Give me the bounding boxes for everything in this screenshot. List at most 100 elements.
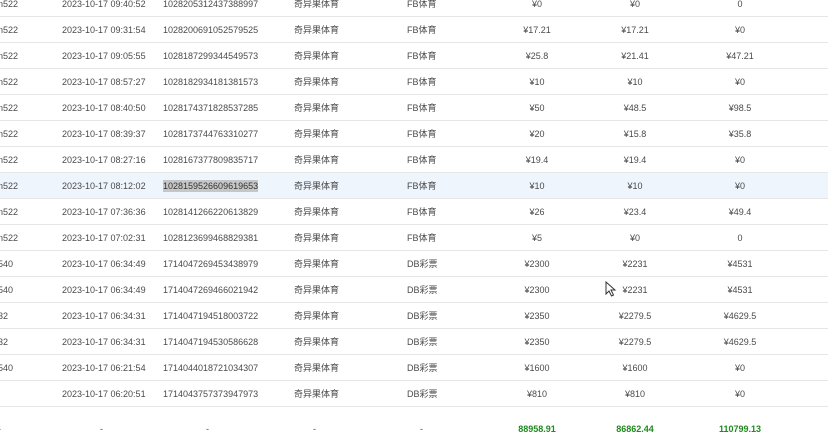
account-cell: 32: [0, 311, 9, 321]
platform-cell: DB彩票: [407, 389, 438, 399]
bet-amount-cell: ¥2350: [524, 337, 550, 347]
bet-records-table: n522 2023-10-17 09:40:52 10282053124373889…: [0, 0, 828, 447]
category-cell: 奇异果体育: [294, 311, 340, 321]
platform-cell: FB体育: [407, 77, 437, 87]
table-row[interactable]: n522 2023-10-17 08:39:37 10281737447633102…: [0, 121, 828, 147]
table-row[interactable]: n522 2023-10-17 09:31:54 10282006910525795…: [0, 17, 828, 43]
order-id-cell: 1714043757373947973: [163, 389, 259, 399]
table-row[interactable]: n522 2023-10-17 08:27:16 10281673778098357…: [0, 147, 828, 173]
time-cell: 2023-10-17 09:31:54: [62, 25, 146, 35]
win-amount-cell: 0: [737, 233, 743, 243]
order-id-cell: 1714047194518003722: [163, 311, 259, 321]
platform-cell: DB彩票: [407, 259, 438, 269]
order-id-cell: 1714047269466021942: [163, 285, 259, 295]
valid-amount-cell: ¥2231: [622, 259, 648, 269]
category-cell: 奇异果体育: [294, 129, 340, 139]
win-amount-cell: ¥4629.5: [723, 337, 757, 347]
win-amount-cell: ¥0: [734, 389, 745, 399]
account-cell: 540: [0, 259, 14, 269]
order-id-cell: 1028141266220613829: [163, 207, 259, 217]
total-account: -: [0, 416, 1, 442]
account-cell: n522: [0, 51, 19, 61]
time-cell: 2023-10-17 08:57:27: [62, 77, 146, 87]
time-cell: 2023-10-17 09:05:55: [62, 51, 146, 61]
text-selection: 1028159526609619653: [163, 180, 259, 192]
platform-cell: DB彩票: [407, 337, 438, 347]
table-row[interactable]: 32 2023-10-17 06:34:31 1714047194530586628…: [0, 329, 828, 355]
table-row[interactable]: n522 2023-10-17 08:12:02 10281595266096196…: [0, 173, 828, 199]
win-amount-cell: ¥98.5: [728, 103, 752, 113]
win-amount-cell: ¥0: [734, 181, 745, 191]
platform-cell: DB彩票: [407, 311, 438, 321]
category-cell: 奇异果体育: [294, 207, 340, 217]
table-row[interactable]: n522 2023-10-17 07:36:36 10281412662206138…: [0, 199, 828, 225]
bet-amount-cell: ¥2350: [524, 311, 550, 321]
category-cell: 奇异果体育: [294, 0, 340, 9]
valid-amount-cell: ¥21.41: [621, 51, 649, 61]
bet-amount-cell: ¥25.8: [525, 51, 549, 61]
win-amount-cell: ¥0: [734, 363, 745, 373]
table-row[interactable]: 540 2023-10-17 06:21:54 171404401872103430…: [0, 355, 828, 381]
bet-amount-cell: ¥17.21: [523, 25, 551, 35]
platform-cell: DB彩票: [407, 285, 438, 295]
table-row[interactable]: n522 2023-10-17 09:40:52 10282053124373889…: [0, 0, 828, 17]
order-id-cell: 1028173744763310277: [163, 129, 259, 139]
time-cell: 2023-10-17 06:34:31: [62, 337, 146, 347]
order-id-cell: 1028187299344549573: [163, 51, 259, 61]
table-row[interactable]: n522 2023-10-17 07:02:31 10281236994688293…: [0, 225, 828, 251]
order-id-cell: 1028167377809835717: [163, 155, 259, 165]
bet-amount-cell: ¥810: [526, 389, 548, 399]
category-cell: 奇异果体育: [294, 285, 340, 295]
platform-cell: DB彩票: [407, 363, 438, 373]
valid-amount-cell: ¥2279.5: [618, 337, 652, 347]
table-row[interactable]: 2023-10-17 06:20:51 1714043757373947973 奇异…: [0, 381, 828, 407]
table-row[interactable]: 540 2023-10-17 06:34:49 171404726945343897…: [0, 251, 828, 277]
time-cell: 2023-10-17 06:20:51: [62, 389, 146, 399]
order-id-cell: 1028159526609619653: [163, 173, 259, 199]
time-cell: 2023-10-17 07:02:31: [62, 233, 146, 243]
time-cell: 2023-10-17 07:36:36: [62, 207, 146, 217]
bet-amount-cell: ¥2300: [524, 259, 550, 269]
total-order-id: -: [206, 424, 209, 434]
order-id-cell: 1714044018721034307: [163, 363, 259, 373]
platform-cell: FB体育: [407, 181, 437, 191]
table-row[interactable]: n522 2023-10-17 08:40:50 10281743718285372…: [0, 95, 828, 121]
bet-amount-cell: ¥10: [529, 181, 545, 191]
table-row[interactable]: 540 2023-10-17 06:34:49 171404726946602194…: [0, 277, 828, 303]
win-amount-cell: ¥49.4: [728, 207, 752, 217]
win-amount-cell: ¥0: [734, 25, 745, 35]
valid-amount-cell: ¥2279.5: [618, 311, 652, 321]
category-cell: 奇异果体育: [294, 155, 340, 165]
valid-amount-cell: ¥1600: [622, 363, 648, 373]
bet-amount-cell: ¥19.4: [525, 155, 549, 165]
time-cell: 2023-10-17 08:12:02: [62, 181, 146, 191]
bet-amount-cell: ¥50: [529, 103, 545, 113]
category-cell: 奇异果体育: [294, 77, 340, 87]
win-amount-cell: ¥0: [734, 155, 745, 165]
account-cell: n522: [0, 129, 19, 139]
time-cell: 2023-10-17 08:27:16: [62, 155, 146, 165]
bet-amount-cell: ¥2300: [524, 285, 550, 295]
table-row[interactable]: 32 2023-10-17 06:34:31 1714047194518003722…: [0, 303, 828, 329]
valid-amount-cell: ¥810: [624, 389, 646, 399]
win-amount-cell: ¥4629.5: [723, 311, 757, 321]
bet-amount-cell: ¥1600: [524, 363, 550, 373]
time-cell: 2023-10-17 08:39:37: [62, 129, 146, 139]
category-cell: 奇异果体育: [294, 363, 340, 373]
valid-amount-cell: ¥10: [627, 181, 643, 191]
platform-cell: FB体育: [407, 129, 437, 139]
category-cell: 奇异果体育: [294, 181, 340, 191]
account-cell: n522: [0, 25, 19, 35]
order-id-cell: 1028123699468829381: [163, 233, 259, 243]
table-row[interactable]: n522 2023-10-17 09:05:55 10281872993445495…: [0, 43, 828, 69]
total-win-amount: 110799.13: [718, 424, 762, 434]
account-cell: n522: [0, 207, 19, 217]
win-amount-cell: ¥35.8: [728, 129, 752, 139]
platform-cell: FB体育: [407, 51, 437, 61]
category-cell: 奇异果体育: [294, 233, 340, 243]
account-cell: 540: [0, 363, 14, 373]
win-amount-cell: 0: [737, 0, 743, 9]
table-row[interactable]: n522 2023-10-17 08:57:27 10281829341813815…: [0, 69, 828, 95]
mouse-pointer-icon: [605, 281, 617, 297]
bet-amount-cell: ¥0: [531, 0, 542, 9]
